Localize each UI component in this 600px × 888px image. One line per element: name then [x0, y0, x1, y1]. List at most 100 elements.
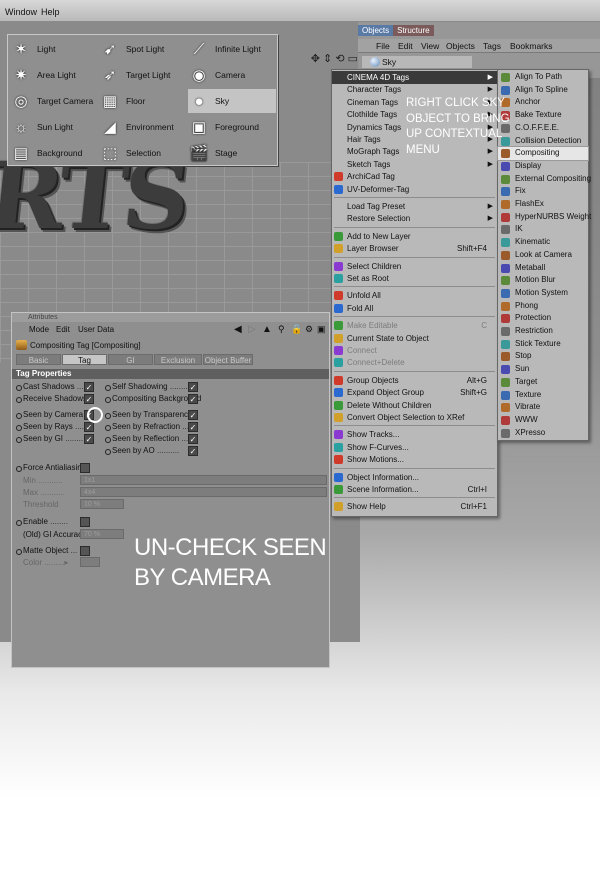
palette-item-selection[interactable]: ⬚ Selection	[99, 141, 187, 165]
submenu-item-fix[interactable]: Fix	[498, 185, 588, 198]
tab-basic[interactable]: Basic	[16, 354, 61, 365]
submenu-item-xpresso[interactable]: XPresso	[498, 427, 588, 440]
tab-structure[interactable]: Structure	[393, 25, 434, 36]
palette-item-spot-light[interactable]: ➹ Spot Light	[99, 37, 187, 61]
submenu-item-motion-blur[interactable]: Motion Blur	[498, 274, 588, 287]
forward-arrow-icon[interactable]: ▷	[248, 323, 256, 336]
objects-menu-tags[interactable]: Tags	[483, 41, 501, 51]
palette-item-camera[interactable]: ◉ Camera	[188, 63, 276, 87]
context-menu-item-fold-all[interactable]: Fold All	[332, 302, 497, 315]
search-icon[interactable]: ⚲	[278, 323, 285, 336]
compositing-background-checkbox[interactable]: ✓	[188, 394, 198, 404]
submenu-item-phong[interactable]: Phong	[498, 300, 588, 313]
context-menu-item-show-motions[interactable]: Show Motions...	[332, 453, 497, 466]
seen-by-refraction-checkbox[interactable]: ✓	[188, 422, 198, 432]
submenu-item-protection[interactable]: Protection	[498, 312, 588, 325]
context-menu-item-scene-information[interactable]: Scene Information... Ctrl+I	[332, 483, 497, 496]
menu-help[interactable]: Help	[41, 7, 60, 17]
submenu-item-external-compositing[interactable]: External Compositing	[498, 173, 591, 186]
submenu-item-stick-texture[interactable]: Stick Texture	[498, 338, 588, 351]
context-menu-item-show-help[interactable]: Show Help Ctrl+F1	[332, 500, 497, 513]
context-menu-item-select-children[interactable]: Select Children	[332, 260, 497, 273]
palette-item-infinite-light[interactable]: ⟋ Infinite Light	[188, 37, 276, 61]
settings-icon[interactable]: ⚙	[305, 323, 313, 336]
objects-menu-view[interactable]: View	[421, 41, 439, 51]
menu-window[interactable]: Window	[5, 7, 37, 17]
submenu-item-hypernurbs-weight[interactable]: HyperNURBS Weight	[498, 211, 591, 224]
self-shadowing-checkbox[interactable]: ✓	[188, 382, 198, 392]
palette-item-target-light[interactable]: ➶ Target Light	[99, 63, 187, 87]
context-menu-item-show-f-curves[interactable]: Show F-Curves...	[332, 441, 497, 454]
seen-by-transparency-checkbox[interactable]: ✓	[188, 410, 198, 420]
submenu-item-motion-system[interactable]: Motion System	[498, 287, 588, 300]
max-select[interactable]: 4x4	[80, 487, 327, 497]
context-menu-item-archicad-tag[interactable]: ArchiCad Tag	[332, 170, 497, 183]
submenu-item-vibrate[interactable]: Vibrate	[498, 401, 588, 414]
matte-object-checkbox[interactable]	[80, 546, 90, 556]
context-menu-item-object-information[interactable]: Object Information...	[332, 471, 497, 484]
submenu-item-texture[interactable]: Texture	[498, 389, 588, 402]
palette-item-background[interactable]: ▤ Background	[10, 141, 98, 165]
submenu-item-www[interactable]: WWW	[498, 414, 588, 427]
submenu-item-sun[interactable]: Sun	[498, 363, 588, 376]
context-menu-item-current-state-to-object[interactable]: Current State to Object	[332, 332, 497, 345]
cast-shadows-checkbox[interactable]: ✓	[84, 382, 94, 392]
palette-item-sun-light[interactable]: ☼ Sun Light	[10, 115, 98, 139]
palette-item-environment[interactable]: ◢ Environment	[99, 115, 187, 139]
palette-item-floor[interactable]: ▦ Floor	[99, 89, 187, 113]
seen-by-ao-checkbox[interactable]: ✓	[188, 446, 198, 456]
seen-by-gi-checkbox[interactable]: ✓	[84, 434, 94, 444]
force-antialiasing-checkbox[interactable]	[80, 463, 90, 473]
context-menu-item-delete-without-children[interactable]: Delete Without Children	[332, 399, 497, 412]
enable-checkbox[interactable]	[80, 517, 90, 527]
submenu-item-display[interactable]: Display	[498, 160, 588, 173]
submenu-item-kinematic[interactable]: Kinematic	[498, 236, 588, 249]
objects-menu-objects[interactable]: Objects	[446, 41, 475, 51]
palette-item-area-light[interactable]: ✷ Area Light	[10, 63, 98, 87]
threshold-input[interactable]: 10 %	[80, 499, 124, 509]
gi-accuracy-input[interactable]: 70 %	[80, 529, 124, 539]
attributes-menu-mode[interactable]: Mode	[29, 323, 49, 336]
submenu-item-restriction[interactable]: Restriction	[498, 325, 588, 338]
context-menu-item-sketch-tags[interactable]: Sketch Tags ▶	[332, 158, 497, 171]
tab-gi[interactable]: GI	[108, 354, 153, 365]
context-menu-item-make-editable[interactable]: Make Editable C	[332, 319, 497, 332]
back-arrow-icon[interactable]: ◀	[234, 323, 242, 336]
lock-icon[interactable]: 🔒	[291, 323, 302, 336]
context-menu-item-unfold-all[interactable]: Unfold All	[332, 289, 497, 302]
context-menu-item-uv-deformer-tag[interactable]: UV-Deformer-Tag	[332, 183, 497, 196]
context-menu-item-connect[interactable]: Connect	[332, 344, 497, 357]
submenu-item-ik[interactable]: IK	[498, 223, 588, 236]
objects-menu-edit[interactable]: Edit	[398, 41, 413, 51]
submenu-item-stop[interactable]: Stop	[498, 350, 588, 363]
submenu-item-align-to-spline[interactable]: Align To Spline	[498, 84, 588, 97]
attributes-menu-edit[interactable]: Edit	[56, 323, 70, 336]
objects-menu-bookmarks[interactable]: Bookmarks	[510, 41, 553, 51]
submenu-item-flashex[interactable]: FlashEx	[498, 198, 588, 211]
submenu-item-metaball[interactable]: Metaball	[498, 262, 588, 275]
receive-shadows-checkbox[interactable]: ✓	[84, 394, 94, 404]
context-menu-item-cinema-4d-tags[interactable]: CINEMA 4D Tags ▶	[332, 71, 497, 84]
palette-item-light[interactable]: ✶ Light	[10, 37, 98, 61]
color-swatch[interactable]	[80, 557, 100, 567]
min-select[interactable]: 1x1	[80, 475, 327, 485]
submenu-item-look-at-camera[interactable]: Look at Camera	[498, 249, 588, 262]
attributes-menu-user-data[interactable]: User Data	[78, 323, 114, 336]
palette-item-stage[interactable]: 🎬 Stage	[188, 141, 276, 165]
seen-by-rays-checkbox[interactable]: ✓	[84, 422, 94, 432]
up-arrow-icon[interactable]: ▲	[262, 323, 272, 336]
context-menu-item-add-to-new-layer[interactable]: Add to New Layer	[332, 230, 497, 243]
tab-objects[interactable]: Objects	[358, 25, 394, 36]
seen-by-reflection-checkbox[interactable]: ✓	[188, 434, 198, 444]
context-menu-item-group-objects[interactable]: Group Objects Alt+G	[332, 374, 497, 387]
tab-exclusion[interactable]: Exclusion	[154, 354, 202, 365]
context-menu-item-show-tracks[interactable]: Show Tracks...	[332, 428, 497, 441]
viewport-nav-icons[interactable]: ✥ ⇕ ⟲ ▭	[311, 52, 358, 65]
context-menu-item-layer-browser[interactable]: Layer Browser Shift+F4	[332, 242, 497, 255]
submenu-item-align-to-path[interactable]: Align To Path	[498, 71, 588, 84]
tab-tag[interactable]: Tag	[62, 354, 107, 365]
palette-item-sky[interactable]: ● Sky	[188, 89, 276, 113]
context-menu-item-expand-object-group[interactable]: Expand Object Group Shift+G	[332, 386, 497, 399]
context-menu-item-character-tags[interactable]: Character Tags ▶	[332, 83, 497, 96]
submenu-item-target[interactable]: Target	[498, 376, 588, 389]
